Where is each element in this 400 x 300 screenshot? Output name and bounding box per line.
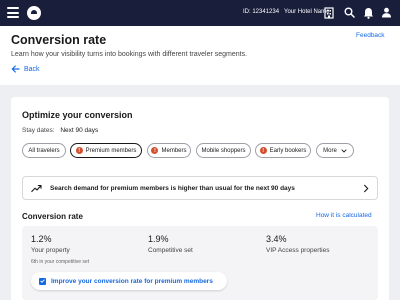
alert-badge-icon: !	[259, 147, 267, 154]
stay-dates: Stay dates: Next 90 days	[22, 127, 98, 134]
improve-conversion-button[interactable]: Improve your conversion rate for premium…	[31, 272, 227, 290]
stat-label-competitive-set: Competitive set	[148, 247, 193, 254]
conversion-section-title: Conversion rate	[22, 212, 83, 221]
chip-premium-members[interactable]: ! Premium members	[70, 143, 142, 158]
chip-label: Members	[161, 147, 187, 154]
chip-label: Premium members	[85, 147, 137, 154]
insight-text: Search demand for premium members is hig…	[50, 185, 295, 192]
chip-all-travelers[interactable]: All travelers	[22, 143, 66, 158]
hotel-icon[interactable]	[323, 7, 335, 19]
chip-label: Mobile shoppers	[201, 147, 246, 154]
alert-badge-icon: !	[151, 147, 159, 154]
stat-label-vip-access: VIP Access properties	[266, 247, 330, 254]
improve-button-label: Improve your conversion rate for premium…	[51, 277, 213, 285]
page-title: Conversion rate	[11, 33, 107, 47]
stay-dates-label: Stay dates:	[22, 127, 55, 134]
stay-dates-value: Next 90 days	[60, 127, 99, 134]
demand-insight-banner[interactable]: Search demand for premium members is hig…	[22, 176, 378, 200]
back-link[interactable]: Back	[11, 65, 40, 73]
search-icon[interactable]	[344, 7, 355, 18]
back-arrow-icon	[11, 65, 20, 73]
logo[interactable]	[27, 6, 41, 20]
bell-icon[interactable]	[363, 7, 374, 19]
chip-mobile-shoppers[interactable]: Mobile shoppers	[196, 143, 251, 158]
chip-label: All travelers	[28, 147, 60, 154]
stat-value-your-property: 1.2%	[31, 234, 52, 244]
chevron-down-icon	[341, 148, 347, 153]
top-navigation-bar: ID: 12341234 Your Hotel Name	[0, 0, 400, 26]
optimize-title: Optimize your conversion	[22, 110, 133, 120]
chip-early-bookers[interactable]: ! Early bookers	[255, 143, 311, 158]
trending-up-icon	[31, 184, 42, 193]
alert-badge-icon: !	[75, 147, 83, 154]
user-icon[interactable]	[381, 7, 392, 18]
back-label: Back	[24, 65, 40, 73]
stat-value-vip-access: 3.4%	[266, 234, 287, 244]
chip-label: More	[323, 147, 337, 154]
property-id: ID: 12341234	[243, 9, 280, 15]
chip-members[interactable]: ! Members	[147, 143, 191, 158]
chip-label: Early bookers	[269, 147, 307, 154]
stat-label-your-property: Your property	[31, 247, 70, 254]
stat-value-competitive-set: 1.9%	[148, 234, 169, 244]
chip-more-dropdown[interactable]: More	[316, 143, 354, 158]
feedback-link[interactable]: Feedback	[356, 32, 385, 39]
menu-icon[interactable]	[7, 7, 19, 18]
rank-note: 6th in your competitive set	[31, 259, 90, 265]
how-calculated-link[interactable]: How it is calculated	[316, 212, 372, 219]
page-subtitle: Learn how your visibility turns into boo…	[11, 51, 248, 58]
check-icon	[39, 277, 46, 285]
chevron-right-icon	[363, 184, 369, 193]
